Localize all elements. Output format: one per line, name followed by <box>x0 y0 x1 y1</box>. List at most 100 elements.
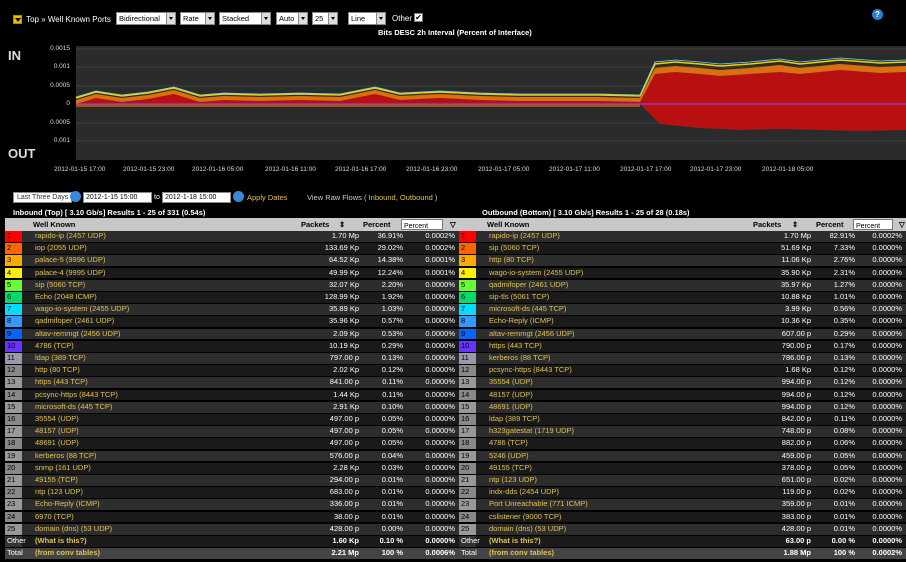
table-row[interactable]: 8 Echo-Reply (ICMP) 10.36 Kp 0.35% 0.0000% <box>459 316 906 328</box>
port-name-link[interactable]: Echo-Reply (ICMP) <box>489 316 554 327</box>
outbound-flows-link[interactable]: Outbound <box>400 193 433 202</box>
sort-icon[interactable]: ⇕ <box>339 220 345 229</box>
count-select[interactable]: 25 <box>312 12 338 25</box>
port-name-link[interactable]: rapido-ip (2457 UDP) <box>35 231 106 242</box>
table-row[interactable]: 10 4786 (TCP) 10.19 Kp 0.29% 0.0000% <box>5 340 470 352</box>
port-name-link[interactable]: domain (dns) (53 UDP) <box>489 524 566 535</box>
table-row[interactable]: 20 49155 (TCP) 378.00 p 0.05% 0.0000% <box>459 462 906 474</box>
table-row[interactable]: 2 sip (5060 TCP) 51.69 Kp 7.33% 0.0000% <box>459 243 906 255</box>
table-row[interactable]: 13 https (443 TCP) 841.00 p 0.11% 0.0000% <box>5 377 470 389</box>
port-name-link[interactable]: sip-tls (5061 TCP) <box>489 292 549 303</box>
port-name-link[interactable]: altav-remmgt (2456 UDP) <box>489 329 574 340</box>
port-name-link[interactable]: Echo (2048 ICMP) <box>35 292 97 303</box>
table-row[interactable]: 13 35554 (UDP) 994.00 p 0.12% 0.0000% <box>459 377 906 389</box>
port-name-link[interactable]: 48157 (UDP) <box>489 390 533 401</box>
table-row[interactable]: 7 microsoft-ds (445 TCP) 3.99 Kp 0.56% 0.000… <box>459 304 906 316</box>
port-name-link[interactable]: rapido-ip (2457 UDP) <box>489 231 560 242</box>
port-name-link[interactable]: (What is this?) <box>35 536 87 547</box>
port-name-link[interactable]: snmp (161 UDP) <box>35 463 91 474</box>
other-row[interactable]: Other (What is this?) 63.00 p 0.00 % 0.0000% <box>459 536 906 547</box>
table-row[interactable]: 15 microsoft-ds (445 TCP) 2.91 Kp 0.10% 0.00… <box>5 401 470 413</box>
table-row[interactable]: 23 Echo-Reply (ICMP) 336.00 p 0.01% 0.0000% <box>5 499 470 511</box>
filter-icon[interactable]: ▽ <box>899 220 905 229</box>
port-name-link[interactable]: kerberos (88 TCP) <box>35 451 97 462</box>
table-row[interactable]: 14 pcsync-https (8443 TCP) 1.44 Kp 0.11% 0.0… <box>5 389 470 401</box>
port-name-link[interactable]: ntp (123 UDP) <box>35 487 83 498</box>
port-name-link[interactable]: sip (5060 TCP) <box>489 243 539 254</box>
port-name-link[interactable]: iop (2055 UDP) <box>35 243 87 254</box>
table-row[interactable]: 16 35554 (UDP) 497.00 p 0.05% 0.0000% <box>5 414 470 425</box>
col-name-header[interactable]: Well Known <box>487 220 529 229</box>
port-name-link[interactable]: https (443 TCP) <box>35 377 88 388</box>
port-name-link[interactable]: 48691 (UDP) <box>35 438 79 449</box>
table-row[interactable]: 11 ldap (389 TCP) 797.00 p 0.13% 0.0000% <box>5 353 470 364</box>
table-row[interactable]: 8 qadmifoper (2461 UDP) 35.96 Kp 0.57% 0.000… <box>5 316 470 328</box>
inbound-flows-link[interactable]: Inbound <box>369 193 396 202</box>
table-row[interactable]: 11 kerberos (88 TCP) 786.00 p 0.13% 0.0000% <box>459 353 906 364</box>
table-row[interactable]: 1 rapido-ip (2457 UDP) 1.70 Mp 36.91% 0.0002… <box>5 231 470 242</box>
table-row[interactable]: 20 snmp (161 UDP) 2.28 Kp 0.03% 0.0000% <box>5 462 470 474</box>
percent-select[interactable]: Percent <box>853 219 893 230</box>
table-row[interactable]: 16 ldap (389 TCP) 842.00 p 0.11% 0.0000% <box>459 414 906 425</box>
to-date-input[interactable]: 2012-1-18 15:00 <box>162 192 231 203</box>
port-name-link[interactable]: altav-remmgt (2456 UDP) <box>35 329 120 340</box>
port-name-link[interactable]: 35554 (UDP) <box>35 414 79 425</box>
port-name-link[interactable]: microsoft-ds (445 TCP) <box>35 402 112 413</box>
port-name-link[interactable]: 49155 (TCP) <box>489 463 532 474</box>
port-name-link[interactable]: microsoft-ds (445 TCP) <box>489 304 566 315</box>
table-row[interactable]: 9 altav-remmgt (2456 UDP) 2.09 Kp 0.53% 0.00… <box>5 328 470 340</box>
port-name-link[interactable]: 6970 (TCP) <box>35 512 74 523</box>
port-name-link[interactable]: (from conv tables) <box>489 548 554 559</box>
port-name-link[interactable]: ldap (389 TCP) <box>35 353 86 364</box>
table-row[interactable]: 17 48157 (UDP) 497.00 p 0.05% 0.0000% <box>5 426 470 438</box>
port-name-link[interactable]: 4786 (TCP) <box>489 438 528 449</box>
col-percent-header[interactable]: Percent <box>363 220 391 229</box>
table-row[interactable]: 18 48691 (UDP) 497.00 p 0.05% 0.0000% <box>5 438 470 450</box>
table-row[interactable]: 5 qadmifoper (2461 UDP) 35.97 Kp 1.27% 0.000… <box>459 279 906 291</box>
port-name-link[interactable]: 5246 (UDP) <box>489 451 529 462</box>
port-name-link[interactable]: indx-dds (2454 UDP) <box>489 487 559 498</box>
port-name-link[interactable]: wago-io-system (2455 UDP) <box>35 304 129 315</box>
port-name-link[interactable]: (from conv tables) <box>35 548 100 559</box>
table-row[interactable]: 17 h323gatestat (1719 UDP) 748.00 p 0.08% 0.… <box>459 426 906 438</box>
port-name-link[interactable]: pcsync-https (8443 TCP) <box>489 365 572 376</box>
table-row[interactable]: 1 rapido-ip (2457 UDP) 1.70 Mp 82.91% 0.0002… <box>459 231 906 242</box>
table-row[interactable]: 12 http (80 TCP) 2.02 Kp 0.12% 0.0000% <box>5 365 470 377</box>
sort-icon[interactable]: ⇕ <box>792 220 798 229</box>
col-packets-header[interactable]: Packets <box>301 220 329 229</box>
table-row[interactable]: 18 4786 (TCP) 882.00 p 0.06% 0.0000% <box>459 438 906 450</box>
table-row[interactable]: 3 http (80 TCP) 11.06 Kp 2.76% 0.0000% <box>459 255 906 267</box>
breadcrumb[interactable]: Top » Well Known Ports <box>13 15 111 25</box>
col-name-header[interactable]: Well Known <box>33 220 75 229</box>
table-row[interactable]: 24 6970 (TCP) 38.00 p 0.01% 0.0000% <box>5 511 470 523</box>
table-row[interactable]: 3 palace-5 (9996 UDP) 64.52 Kp 14.38% 0.0001… <box>5 255 470 267</box>
table-row[interactable]: 6 Echo (2048 ICMP) 128.99 Kp 1.92% 0.0000% <box>5 292 470 303</box>
port-name-link[interactable]: h323gatestat (1719 UDP) <box>489 426 574 437</box>
preset-range-button[interactable]: Last Three Days <box>13 192 73 203</box>
table-row[interactable]: 24 cslistener (9000 TCP) 383.00 p 0.01% 0.00… <box>459 511 906 523</box>
port-name-link[interactable]: Echo-Reply (ICMP) <box>35 499 100 510</box>
table-row[interactable]: 22 indx-dds (2454 UDP) 119.00 p 0.02% 0.0000… <box>459 487 906 499</box>
port-name-link[interactable]: sip (5060 TCP) <box>35 280 85 291</box>
port-name-link[interactable]: http (80 TCP) <box>489 255 534 266</box>
table-row[interactable]: 5 sip (5060 TCP) 32.07 Kp 2.20% 0.0000% <box>5 279 470 291</box>
prev-range-icon[interactable] <box>70 191 81 202</box>
apply-dates-link[interactable]: Apply Dates <box>247 193 287 202</box>
table-row[interactable]: 4 palace-4 (9995 UDP) 49.99 Kp 12.24% 0.0001… <box>5 267 470 279</box>
stack-select[interactable]: Stacked <box>219 12 271 25</box>
table-row[interactable]: 22 ntp (123 UDP) 683.00 p 0.01% 0.0000% <box>5 487 470 499</box>
table-row[interactable]: 19 kerberos (88 TCP) 576.00 p 0.04% 0.0000% <box>5 450 470 462</box>
next-range-icon[interactable] <box>233 191 244 202</box>
port-name-link[interactable]: 4786 (TCP) <box>35 341 74 352</box>
total-row[interactable]: Total (from conv tables) 1.88 Mp 100 % 0.000… <box>459 548 906 560</box>
total-row[interactable]: Total (from conv tables) 2.21 Mp 100 % 0.000… <box>5 548 470 560</box>
port-name-link[interactable]: 48157 (UDP) <box>35 426 79 437</box>
rate-select[interactable]: Rate <box>180 12 215 25</box>
table-row[interactable]: 4 wago-io-system (2455 UDP) 35.90 Kp 2.31% 0… <box>459 267 906 279</box>
percent-select[interactable]: Percent <box>401 219 443 230</box>
table-row[interactable]: 9 altav-remmgt (2456 UDP) 607.00 p 0.29% 0.0… <box>459 328 906 340</box>
table-row[interactable]: 23 Port Unreachable (771 ICMP) 359.00 p 0.0… <box>459 499 906 511</box>
table-row[interactable]: 6 sip-tls (5061 TCP) 10.88 Kp 1.01% 0.0000% <box>459 292 906 303</box>
port-name-link[interactable]: pcsync-https (8443 TCP) <box>35 390 118 401</box>
port-name-link[interactable]: Port Unreachable (771 ICMP) <box>489 499 588 510</box>
